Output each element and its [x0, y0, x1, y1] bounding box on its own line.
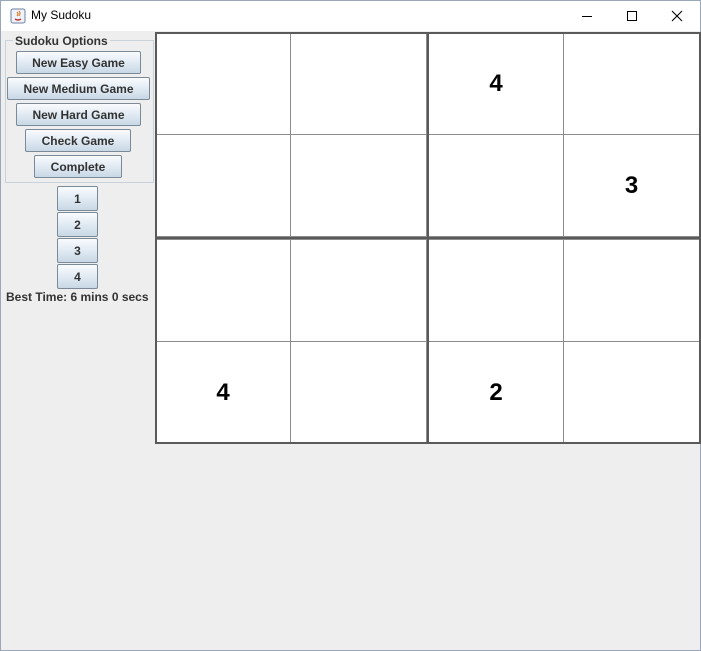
new-medium-game-button[interactable]: New Medium Game	[7, 77, 150, 100]
minimize-button[interactable]	[564, 1, 610, 31]
sudoku-cell-r3c1[interactable]	[155, 239, 291, 342]
sudoku-cell-r2c3[interactable]	[428, 134, 564, 237]
number-button-4[interactable]: 4	[57, 264, 98, 289]
sudoku-cell-r3c4[interactable]	[563, 239, 700, 342]
close-icon	[671, 10, 683, 22]
sudoku-cell-r2c1[interactable]	[155, 134, 291, 237]
sudoku-cell-r2c4[interactable]: 3	[563, 134, 700, 237]
number-button-3[interactable]: 3	[57, 238, 98, 263]
sudoku-cell-r3c3[interactable]	[428, 239, 564, 342]
sudoku-cell-r3c2[interactable]	[290, 239, 427, 342]
sudoku-cell-r4c1[interactable]: 4	[155, 341, 291, 444]
complete-button[interactable]: Complete	[34, 155, 122, 178]
app-window: My Sudoku Sudoku Options New Easy Game N…	[0, 0, 701, 651]
sudoku-cell-r1c1[interactable]	[155, 32, 291, 135]
number-button-1[interactable]: 1	[57, 186, 98, 211]
window-title: My Sudoku	[31, 8, 92, 22]
maximize-icon	[627, 11, 637, 21]
sudoku-cell-r1c2[interactable]	[290, 32, 427, 135]
new-easy-game-button[interactable]: New Easy Game	[16, 51, 141, 74]
sudoku-cell-r4c3[interactable]: 2	[428, 341, 564, 444]
best-time-label: Best Time: 6 mins 0 secs	[6, 290, 149, 304]
sudoku-board: 4 3 4 2	[155, 32, 701, 444]
title-bar: My Sudoku	[1, 1, 700, 31]
new-hard-game-button[interactable]: New Hard Game	[16, 103, 141, 126]
number-button-2[interactable]: 2	[57, 212, 98, 237]
sudoku-cell-r1c3[interactable]: 4	[428, 32, 564, 135]
minimize-icon	[582, 16, 592, 17]
close-button[interactable]	[654, 1, 700, 31]
check-game-button[interactable]: Check Game	[25, 129, 131, 152]
sudoku-cell-r4c2[interactable]	[290, 341, 427, 444]
sudoku-cell-r2c2[interactable]	[290, 134, 427, 237]
java-app-icon	[10, 8, 26, 24]
sudoku-cell-r4c4[interactable]	[563, 341, 700, 444]
sudoku-options-legend: Sudoku Options	[13, 34, 110, 48]
maximize-button[interactable]	[609, 1, 655, 31]
sudoku-cell-r1c4[interactable]	[563, 32, 700, 135]
